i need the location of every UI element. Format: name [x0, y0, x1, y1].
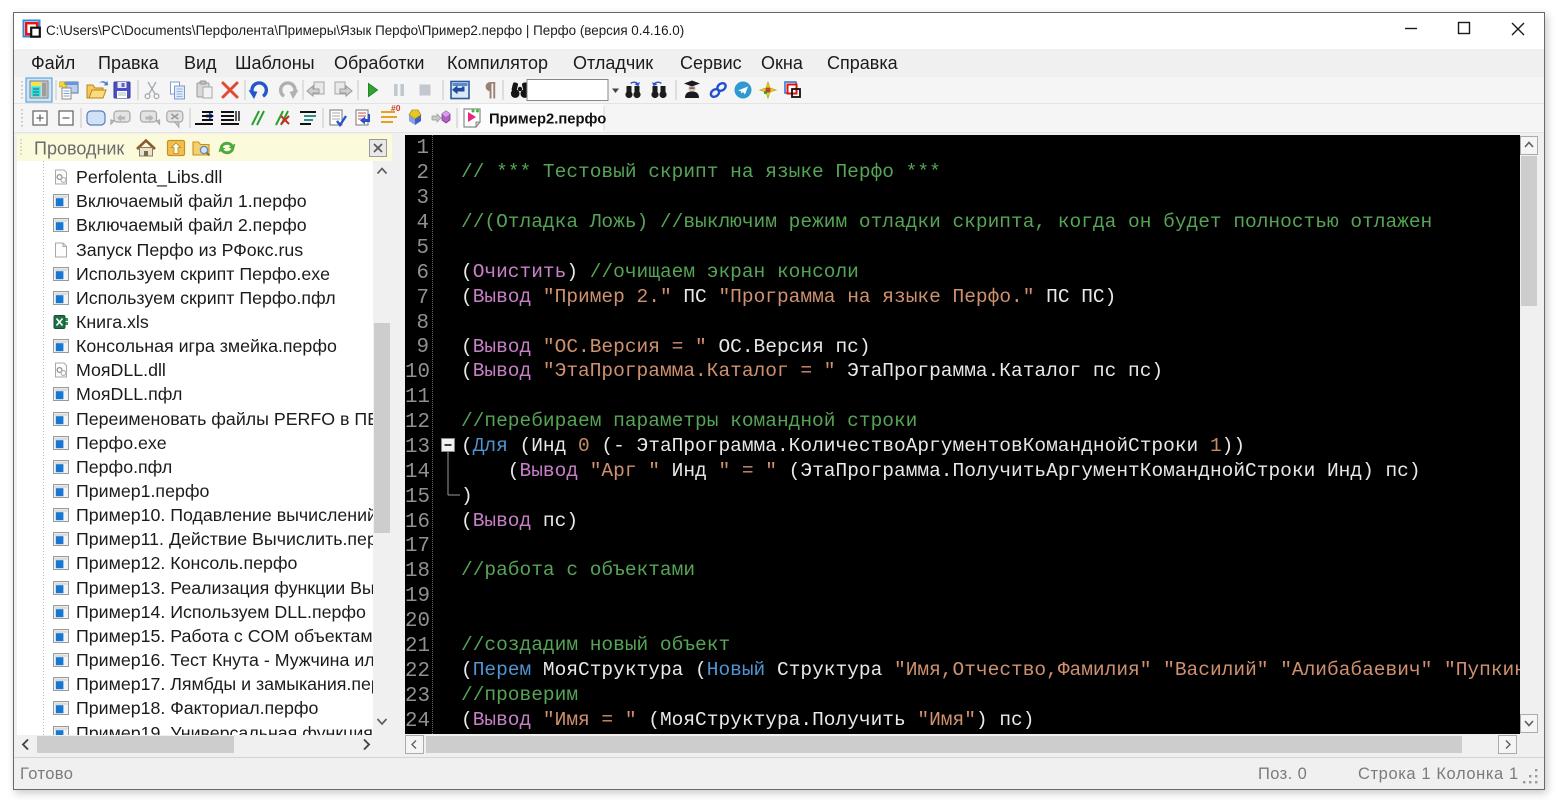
svg-text:#0: #0 — [391, 104, 401, 113]
svg-text:Проводник: Проводник — [34, 139, 124, 159]
svg-text:Пример2.перфо: Пример2.перфо — [489, 112, 606, 128]
